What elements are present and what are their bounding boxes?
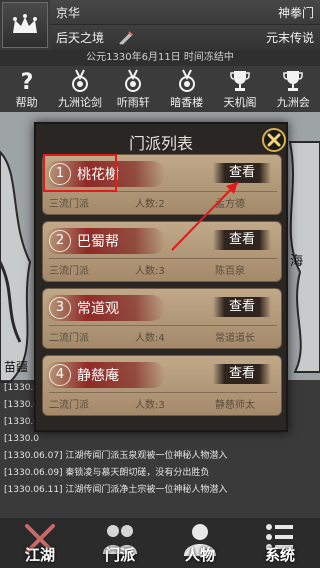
sect-card[interactable]: 3 常道观 查看 二流门派 人数:4 常道道长 [42, 288, 282, 349]
sect-name: 常道观 [77, 301, 119, 317]
bottom-tab-bar: 江湖 门派 人物 系统 [0, 518, 320, 568]
sect-grade: 三流门派 [49, 266, 89, 277]
nav-label: 九洲论剑 [57, 96, 102, 109]
crown-icon[interactable] [2, 2, 48, 48]
log-line: [1330.06.11] 江湖传闻门派净土宗被一位神秘人物潜入 [4, 485, 228, 495]
sect-member-count: 人数:3 [135, 400, 165, 411]
close-button[interactable] [262, 128, 286, 152]
medal-icon [178, 69, 195, 92]
view-button[interactable]: 查看 [213, 295, 271, 319]
view-button[interactable]: 查看 [213, 362, 271, 386]
nav-label: 九洲会 [276, 96, 310, 109]
top-bar: 京华 神拳门 后天之境 元末传说 [0, 0, 320, 50]
trophy-icon [230, 71, 250, 91]
sect-member-count: 人数:2 [135, 199, 165, 210]
game-time: 公元1330年6月11日 时间冻结中 [0, 50, 320, 66]
tab-renwu[interactable]: 人物 [160, 518, 240, 568]
nav-label: 暗香楼 [170, 96, 204, 109]
skill-label: 神拳门 [277, 5, 314, 20]
highlight-box [43, 154, 117, 192]
nav-tingyuxuan[interactable]: 听雨轩 [107, 66, 160, 112]
status-row-location: 京华 神拳门 [50, 0, 320, 25]
nav-tianjige[interactable]: 天机阁 [213, 66, 266, 112]
feature-nav: ? 帮助 九洲论剑 听雨轩 暗香楼 天机阁 九洲会 [0, 66, 320, 112]
sect-member-count: 人数:4 [135, 333, 165, 344]
dialog-title: 门派列表 [128, 134, 193, 153]
log-line: [1330.06.07] 江湖传闻门派玉泉观被一位神秘人物潜入 [4, 451, 228, 461]
nav-help[interactable]: ? 帮助 [0, 66, 53, 112]
nav-label: 听雨轩 [116, 96, 150, 109]
sect-index: 4 [49, 364, 71, 386]
tab-label: 系统 [264, 546, 295, 564]
question-icon: ? [20, 70, 33, 93]
sect-grade: 二流门派 [49, 400, 89, 411]
nav-jiuzhouhui[interactable]: 九洲会 [267, 66, 320, 112]
sect-card[interactable]: 2 巴蜀帮 查看 三流门派 人数:3 陈百泉 [42, 221, 282, 282]
legend-label: 元末传说 [265, 31, 314, 45]
medal-icon [71, 69, 88, 92]
view-button[interactable]: 查看 [213, 228, 271, 252]
sect-card[interactable]: 4 静慈庵 查看 二流门派 人数:3 静慈师太 [42, 355, 282, 416]
sect-index: 2 [49, 230, 71, 252]
location-label: 京华 [56, 5, 81, 20]
tab-label: 江湖 [24, 546, 55, 564]
rank-label: 后天之境 [56, 31, 105, 45]
tab-menpai[interactable]: 门派 [80, 518, 160, 568]
log-line: [1330.0 [4, 434, 40, 444]
log-line: [1330.06.09] 秦锁凌与慕天朗切磋，没有分出胜负 [4, 468, 210, 478]
sect-name: 巴蜀帮 [77, 234, 119, 250]
sect-index: 3 [49, 297, 71, 319]
sect-name: 静慈庵 [77, 368, 119, 384]
status-row-rank: 后天之境 元末传说 [50, 25, 320, 50]
map-region-label: 苗疆 [4, 360, 29, 374]
tab-label: 门派 [104, 546, 135, 564]
svg-text:?: ? [20, 70, 33, 93]
view-button[interactable]: 查看 [213, 161, 271, 185]
sect-leader: 陈百泉 [215, 266, 245, 277]
close-icon [267, 133, 281, 147]
nav-jiuzhou-lunjian[interactable]: 九洲论剑 [53, 66, 106, 112]
sect-leader: 静慈师太 [215, 400, 255, 411]
sect-leader: 孟方德 [215, 199, 245, 210]
tab-jianghu[interactable]: 江湖 [0, 518, 80, 568]
nav-label: 帮助 [15, 96, 38, 109]
nav-anxianglou[interactable]: 暗香楼 [160, 66, 213, 112]
trophy-icon [283, 71, 304, 91]
sect-list[interactable]: 1 桃花榭 查看 三流门派 人数:2 孟方德 2 巴蜀帮 查看 三流门派 人数:… [42, 154, 282, 430]
sect-grade: 三流门派 [49, 199, 89, 210]
nav-label: 天机阁 [223, 96, 257, 109]
tab-label: 人物 [184, 546, 215, 564]
map-region-label: 海 [290, 254, 304, 269]
tab-xitong[interactable]: 系统 [240, 518, 320, 568]
medal-icon [125, 69, 142, 92]
swords-icon [118, 30, 134, 46]
sect-member-count: 人数:3 [135, 266, 165, 277]
sect-grade: 二流门派 [49, 333, 89, 344]
sect-leader: 常道道长 [215, 333, 255, 344]
